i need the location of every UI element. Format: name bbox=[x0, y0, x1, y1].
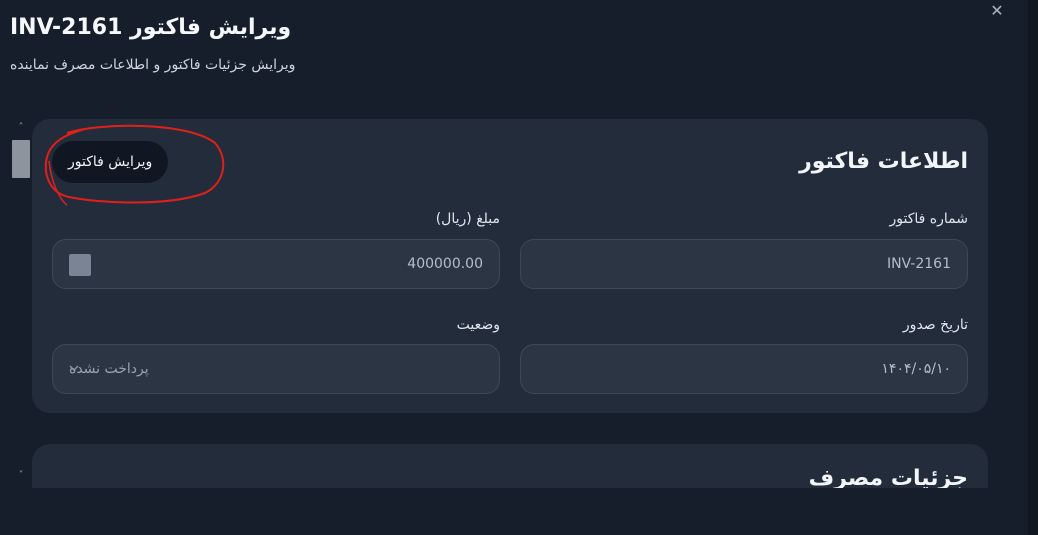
scroll-up-icon[interactable]: ˄ bbox=[14, 122, 28, 134]
usage-details-title: جزئیات مصرف bbox=[808, 466, 968, 488]
issue-date-field[interactable]: ۱۴۰۴/۰۵/۱۰ bbox=[520, 344, 968, 394]
invoice-info-card: اطلاعات فاکتور ویرایش فاکتور شماره فاکتو… bbox=[32, 119, 988, 413]
edit-invoice-button[interactable]: ویرایش فاکتور bbox=[52, 141, 169, 183]
amount-label: مبلغ (ریال) bbox=[435, 211, 500, 227]
status-label: وضعیت bbox=[456, 317, 500, 333]
amount-value: 400000.00 bbox=[407, 256, 483, 272]
invoice-number-label: شماره فاکتور bbox=[889, 211, 968, 227]
invoice-number-value: INV-2161 bbox=[886, 256, 951, 272]
scrollbar[interactable]: ˄ ˅ bbox=[10, 118, 32, 488]
issue-date-value: ۱۴۰۴/۰۵/۱۰ bbox=[881, 361, 951, 377]
scroll-down-icon[interactable]: ˅ bbox=[14, 470, 28, 482]
close-icon[interactable]: ✕ bbox=[988, 2, 1006, 20]
currency-icon bbox=[69, 254, 91, 276]
status-value: پرداخت نشده bbox=[69, 361, 149, 377]
dialog-scroll-area[interactable]: ˄ ˅ اطلاعات فاکتور ویرایش فاکتور شماره ف… bbox=[10, 118, 1010, 488]
status-select[interactable]: پرداخت نشده bbox=[52, 344, 500, 394]
amount-field[interactable]: 400000.00 bbox=[52, 239, 500, 289]
issue-date-label: تاریخ صدور bbox=[902, 317, 968, 333]
invoice-info-title: اطلاعات فاکتور bbox=[799, 149, 968, 174]
invoice-number-field[interactable]: INV-2161 bbox=[520, 239, 968, 289]
dialog-subtitle: ویرایش جزئیات فاکتور و اطلاعات مصرف نمای… bbox=[10, 57, 296, 73]
usage-details-card: جزئیات مصرف bbox=[32, 444, 988, 488]
scrollbar-thumb[interactable] bbox=[12, 140, 30, 178]
dialog-title: ویرایش فاکتور INV-2161 bbox=[10, 15, 292, 40]
window-edge bbox=[1028, 0, 1038, 535]
